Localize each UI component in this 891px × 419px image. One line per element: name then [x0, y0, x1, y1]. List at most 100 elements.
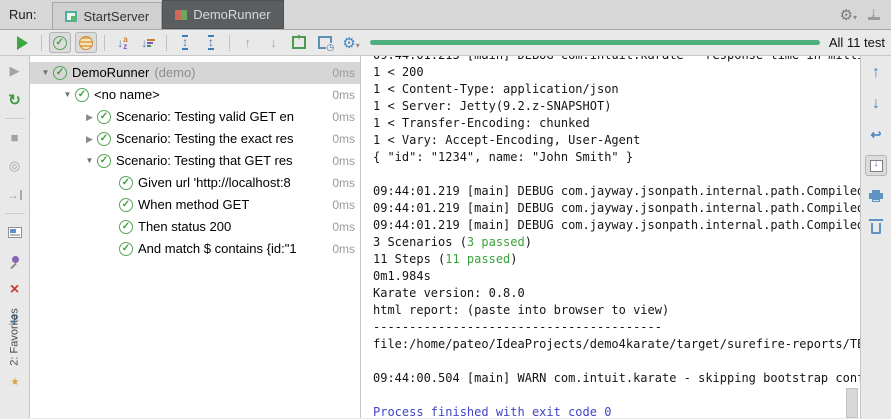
content: ▶ ↻ ■ ◎ → × ? 2: Favorites ★ ▼ ✓ DemoRunne… — [0, 56, 891, 418]
toolbar-separator — [103, 34, 105, 51]
tree-row[interactable]: ▼ ✓ DemoRunner (demo) 0ms — [30, 62, 360, 84]
test-passed-icon: ✓ — [119, 198, 133, 212]
console-line: 1 < Server: Jetty(9.2.z-SNAPSHOT) — [373, 99, 612, 113]
rerun-failed-tests-button[interactable]: ↻ — [4, 89, 26, 111]
test-toolbar: ✓ ↓ a z ↓ ↕ ↕ ↑ ↓ ↑ ◷ ⚙▾ — [0, 32, 362, 53]
print-button[interactable] — [865, 185, 887, 207]
use-soft-wraps-button[interactable]: ↩ — [865, 124, 887, 146]
console-line: ---------------------------------------- — [373, 320, 662, 334]
console-line: 09:44:01.219 [main] DEBUG com.jayway.jso… — [373, 184, 860, 198]
sort-alphabetically-button[interactable]: ↓ a z — [112, 32, 134, 53]
tree-row[interactable]: ▼ ✓ <no name> 0ms — [30, 84, 360, 106]
printer-icon — [869, 190, 883, 202]
tree-row-label: Scenario: Testing valid GET en — [116, 109, 295, 124]
console-line: Karate version: 0.8.0 — [373, 286, 525, 300]
trash-icon — [869, 218, 883, 234]
test-settings-button[interactable]: ⚙▾ — [340, 32, 362, 53]
console-line: 09:44:01.213 [main] DEBUG com.intuit.kar… — [373, 56, 860, 64]
run-label: Run: — [9, 7, 37, 22]
chevron-collapsed-icon[interactable]: ▶ — [82, 128, 97, 150]
test-passed-icon: ✓ — [97, 154, 111, 168]
close-button[interactable]: × — [4, 279, 26, 301]
sort-alpha-icon: ↓ a z — [117, 34, 128, 51]
chevron-expanded-icon[interactable]: ▼ — [60, 84, 75, 106]
console-line: 09:44:01.219 [main] DEBUG com.jayway.jso… — [373, 201, 860, 215]
console-line: 09:44:00.504 [main] WARN com.intuit.kara… — [373, 371, 860, 385]
next-occurrence-button[interactable]: ↓ — [263, 32, 285, 53]
console-line: { "id": "1234", name: "John Smith" } — [373, 150, 634, 164]
expand-all-button[interactable]: ↕ — [174, 32, 196, 53]
up-the-stack-trace-button[interactable]: ↑ — [865, 62, 887, 84]
tree-row[interactable]: ✓ Then status 200 0ms — [30, 216, 360, 238]
collapse-all-button[interactable]: ↕ — [200, 32, 222, 53]
rerun-failed-icon: ↻ — [8, 92, 21, 109]
hide-tool-window-button[interactable] — [867, 4, 881, 23]
dump-threads-button[interactable]: ◎ — [4, 155, 26, 177]
test-passed-icon: ✓ — [119, 176, 133, 190]
run-button[interactable] — [12, 32, 34, 53]
tree-row[interactable]: ▶ ✓ Scenario: Testing the exact res 0ms — [30, 128, 360, 150]
tree-row-duration: 0ms — [332, 220, 355, 234]
tool-window-settings-button[interactable]: ⚙▾ — [840, 6, 857, 24]
down-arrow-icon: ↓ — [872, 95, 880, 112]
chevron-expanded-icon[interactable]: ▼ — [38, 62, 53, 84]
tab-startserver[interactable]: StartServer — [52, 2, 163, 29]
scroll-to-end-button[interactable] — [865, 155, 887, 176]
test-progress: All 11 test — [362, 35, 891, 50]
show-ignored-toggle[interactable] — [74, 32, 97, 53]
down-the-stack-trace-button[interactable]: ↓ — [865, 93, 887, 115]
console-line: 1 < Transfer-Encoding: chunked — [373, 116, 590, 130]
console-line: Process finished with exit code 0 — [373, 405, 612, 418]
tree-row-label: Scenario: Testing the exact res — [116, 131, 294, 146]
tree-row-label: <no name> — [94, 87, 160, 102]
tab-demorunner[interactable]: DemoRunner — [162, 0, 284, 29]
tree-row[interactable]: ✓ When method GET 0ms — [30, 194, 360, 216]
test-tree[interactable]: ▼ ✓ DemoRunner (demo) 0ms ▼ ✓ <no name> 0ms ▶ ✓ Sce… — [30, 56, 360, 418]
favorites-star-icon: ★ — [10, 377, 20, 388]
tree-row[interactable]: ✓ Given url 'http://localhost:8 0ms — [30, 172, 360, 194]
exit-button[interactable]: → — [4, 184, 26, 206]
pin-icon — [9, 255, 21, 267]
export-test-results-button[interactable]: ↑ — [288, 32, 310, 53]
console-output[interactable]: 09:44:01.213 [main] DEBUG com.intuit.kar… — [365, 56, 860, 418]
clear-all-button[interactable] — [865, 216, 887, 238]
ignored-icon — [78, 35, 93, 50]
show-passed-toggle[interactable]: ✓ — [48, 32, 71, 53]
progress-bar — [370, 40, 820, 45]
tree-row[interactable]: ▶ ✓ Scenario: Testing valid GET en 0ms — [30, 106, 360, 128]
gear-icon: ⚙▾ — [342, 34, 360, 52]
toolbar-separator — [166, 34, 168, 51]
test-history-button[interactable]: ◷ — [314, 32, 336, 53]
previous-occurrence-button[interactable]: ↑ — [237, 32, 259, 53]
test-passed-icon: ✓ — [53, 66, 67, 80]
chevron-collapsed-icon[interactable]: ▶ — [82, 106, 97, 128]
rerun-button[interactable]: ▶ — [4, 60, 26, 82]
collapse-all-icon: ↕ — [207, 35, 214, 50]
tree-row-duration: 0ms — [332, 132, 355, 146]
console-line: file:/home/pateo/IdeaProjects/demo4karat… — [373, 337, 860, 351]
play-icon — [17, 35, 29, 50]
pin-tab-button[interactable] — [4, 250, 26, 272]
tree-row[interactable]: ✓ And match $ contains {id:"1 0ms — [30, 238, 360, 260]
run-tool-window: Run: StartServer DemoRunner ⚙▾ ✓ ↓az — [0, 0, 891, 419]
console-line: 1 < 200 — [373, 65, 424, 79]
passed-icon: ✓ — [52, 35, 67, 50]
console-scrollbar-thumb[interactable] — [846, 388, 858, 418]
chevron-expanded-icon[interactable]: ▼ — [82, 150, 97, 172]
sort-by-duration-button[interactable]: ↓ — [137, 32, 159, 53]
console-line: 1 < Content-Type: application/json — [373, 82, 619, 96]
junit-config-icon — [175, 9, 188, 20]
tree-row-label: DemoRunner — [72, 65, 150, 80]
tree-row-label: Given url 'http://localhost:8 — [138, 175, 291, 190]
restore-layout-button[interactable] — [4, 221, 26, 243]
tree-row-duration: 0ms — [332, 198, 355, 212]
tree-row[interactable]: ▼ ✓ Scenario: Testing that GET res 0ms — [30, 150, 360, 172]
close-icon: × — [9, 281, 20, 298]
tree-row-label: And match $ contains {id:"1 — [138, 241, 297, 256]
exit-icon: → — [7, 189, 22, 201]
stop-button[interactable]: ■ — [4, 126, 26, 148]
export-icon: ↑ — [292, 32, 307, 49]
favorites-tool-window-button[interactable]: 2: Favorites ★ — [0, 308, 30, 388]
